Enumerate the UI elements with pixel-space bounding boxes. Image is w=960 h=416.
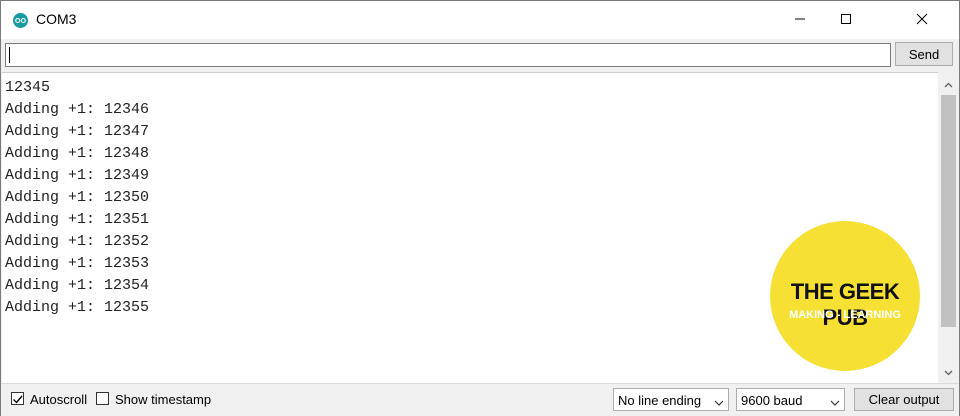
autoscroll-checkbox[interactable] xyxy=(11,392,24,405)
minimize-button[interactable] xyxy=(777,1,823,39)
close-button[interactable] xyxy=(899,1,945,39)
scroll-up-button[interactable] xyxy=(939,75,958,92)
maximize-button[interactable] xyxy=(823,1,869,39)
checkmark-icon xyxy=(13,395,23,404)
show-timestamp-label[interactable]: Show timestamp xyxy=(115,392,211,407)
output-line: Adding +1: 12351 xyxy=(5,211,150,228)
chevron-down-icon xyxy=(714,395,724,410)
geek-pub-logo: THE GEEK PUB MAKING - LEARNING xyxy=(770,221,920,371)
window-title: COM3 xyxy=(36,11,77,27)
input-row: Send xyxy=(1,39,959,73)
chevron-up-icon xyxy=(944,76,953,91)
output-line: Adding +1: 12346 xyxy=(5,101,150,118)
line-ending-value: No line ending xyxy=(618,393,702,408)
vertical-scrollbar[interactable] xyxy=(939,73,958,382)
chevron-down-icon xyxy=(944,364,953,379)
minimize-icon xyxy=(794,13,806,28)
text-caret xyxy=(9,47,10,63)
output-line: Adding +1: 12352 xyxy=(5,233,150,250)
line-ending-select[interactable]: No line ending xyxy=(613,388,729,411)
clear-output-button[interactable]: Clear output xyxy=(854,388,954,411)
output-line: Adding +1: 12355 xyxy=(5,299,150,316)
output-line: Adding +1: 12349 xyxy=(5,167,150,184)
send-button[interactable]: Send xyxy=(895,42,953,66)
logo-subtitle: MAKING - LEARNING xyxy=(789,309,901,321)
logo-title: THE GEEK PUB xyxy=(790,279,900,330)
baud-rate-select[interactable]: 9600 baud xyxy=(736,388,845,411)
title-bar[interactable]: COM3 xyxy=(1,1,959,39)
scrollbar-thumb[interactable] xyxy=(941,95,956,327)
output-line: Adding +1: 12347 xyxy=(5,123,150,140)
output-line: Adding +1: 12353 xyxy=(5,255,150,272)
output-lines: 12345 Adding +1: 12346 Adding +1: 12347 Add… xyxy=(5,77,149,319)
close-icon xyxy=(916,13,928,28)
show-timestamp-checkbox[interactable] xyxy=(96,392,109,405)
serial-input[interactable] xyxy=(5,43,891,67)
output-line: Adding +1: 12354 xyxy=(5,277,150,294)
serial-monitor-window: COM3 Send 12345 Adding +1: 12346 Adding +1… xyxy=(0,0,960,416)
autoscroll-label[interactable]: Autoscroll xyxy=(30,392,87,407)
footer-bar: Autoscroll Show timestamp No line ending… xyxy=(1,383,959,416)
scroll-down-button[interactable] xyxy=(939,363,958,380)
output-line: Adding +1: 12348 xyxy=(5,145,150,162)
arduino-icon xyxy=(13,13,28,28)
output-line: Adding +1: 12350 xyxy=(5,189,150,206)
baud-rate-value: 9600 baud xyxy=(741,393,803,408)
maximize-icon xyxy=(840,13,852,28)
chevron-down-icon xyxy=(830,395,840,410)
output-line: 12345 xyxy=(5,79,51,96)
